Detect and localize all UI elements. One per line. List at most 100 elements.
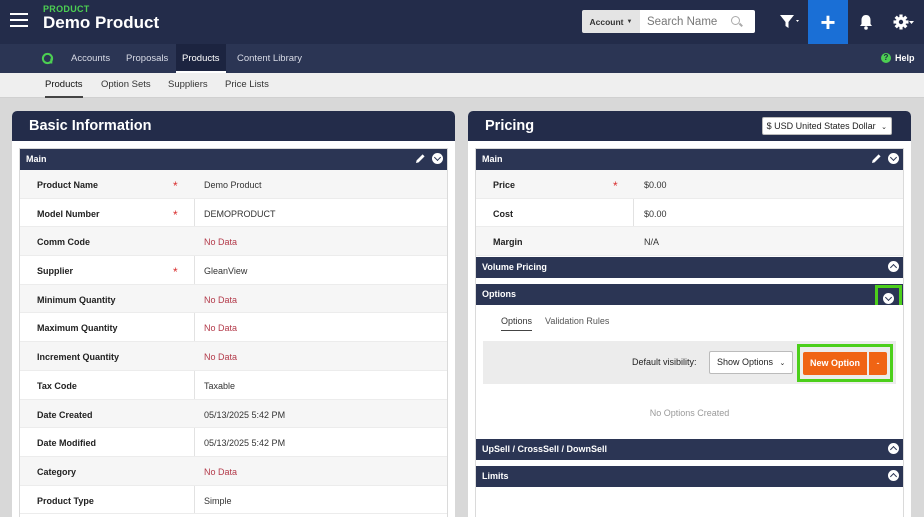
table-row: Product Name * Demo Product	[20, 170, 447, 199]
chevron-up-icon[interactable]	[888, 443, 899, 455]
field-value[interactable]: No Data	[204, 467, 237, 477]
field-value[interactable]: No Data	[204, 323, 237, 333]
field-value[interactable]: Simple	[204, 496, 232, 506]
field-value[interactable]: No Data	[204, 237, 237, 247]
field-label: Comm Code	[37, 237, 91, 248]
search-box	[640, 10, 755, 33]
table-row: Product Type Simple	[20, 486, 447, 515]
required-marker: *	[173, 179, 178, 193]
basic-rows: Product Name * Demo Product Model Number * D…	[20, 170, 447, 515]
section-title: Limits	[482, 471, 509, 482]
field-value[interactable]: GleanView	[204, 266, 247, 276]
field-label: Supplier	[37, 266, 74, 277]
field-value[interactable]: $0.00	[644, 180, 667, 190]
section-title: Main	[482, 154, 503, 164]
main-nav: Accounts Proposals Products Content Libr…	[0, 44, 924, 73]
subnav-item-price-lists[interactable]: Price Lists	[225, 73, 269, 98]
table-row: Comm Code No Data	[20, 227, 447, 257]
field-label: Increment Quantity	[37, 352, 120, 363]
field-value[interactable]: Demo Product	[204, 180, 262, 190]
basic-main-section-header[interactable]: Main	[20, 149, 447, 170]
field-label: Product Type	[37, 495, 94, 506]
hamburger-menu-icon[interactable]	[10, 13, 28, 29]
default-visibility-label: Default visibility:	[632, 357, 697, 368]
tab-validation-rules[interactable]: Validation Rules	[545, 316, 609, 330]
chevron-down-icon[interactable]	[888, 153, 899, 164]
caret-down-icon: ▼	[626, 18, 633, 25]
pricing-main-section-header[interactable]: Main	[476, 149, 903, 170]
required-marker: *	[613, 179, 618, 193]
tab-options[interactable]: Options	[501, 316, 533, 332]
basic-main-section: Main Product Name * Demo Product Model Num…	[19, 148, 448, 517]
pricing-panel: Pricing $ USD United States Dollar ⌄ Mai…	[468, 111, 911, 517]
basic-information-panel: Basic Information Main Product Name * Demo…	[12, 111, 455, 517]
app-logo-icon[interactable]	[41, 52, 54, 65]
nav-item-content-library[interactable]: Content Library	[237, 44, 302, 73]
section-title: Options	[482, 289, 516, 300]
pricing-rows: Price * $0.00 Cost $0.00 Margin N/A	[476, 170, 903, 257]
field-value[interactable]: DEMOPRODUCT	[204, 209, 276, 219]
settings-button[interactable]	[892, 11, 916, 33]
field-label: Date Created	[37, 409, 93, 420]
volume-pricing-section-header[interactable]: Volume Pricing	[476, 257, 903, 279]
search-input[interactable]	[640, 11, 730, 32]
field-label: Model Number	[37, 208, 100, 219]
table-row: Date Modified 05/13/2025 5:42 PM	[20, 428, 447, 457]
table-row: Supplier * GleanView	[20, 256, 447, 285]
default-visibility-select[interactable]: Show Options ⌄	[709, 351, 793, 375]
page-title: Demo Product	[43, 13, 160, 32]
table-row: Maximum Quantity No Data	[20, 313, 447, 343]
empty-options-message: No Options Created	[649, 408, 730, 419]
filter-button[interactable]	[778, 12, 802, 32]
help-label: Help	[895, 53, 915, 63]
subnav-item-suppliers[interactable]: Suppliers	[168, 73, 208, 98]
basic-information-title: Basic Information	[12, 111, 455, 141]
section-title: Main	[26, 154, 47, 164]
field-label: Maximum Quantity	[37, 323, 118, 334]
nav-item-products[interactable]: Products	[176, 44, 226, 73]
table-row: Minimum Quantity No Data	[20, 284, 447, 314]
search-scope-label: Account	[589, 16, 624, 27]
new-option-button[interactable]: New Option	[803, 352, 867, 376]
search-scope-dropdown[interactable]: Account ▼	[582, 10, 640, 33]
default-visibility-value: Show Options	[717, 357, 774, 368]
chevron-down-icon[interactable]	[432, 153, 443, 164]
chevron-down-icon: ⌄	[881, 124, 887, 131]
help-link[interactable]: ? Help	[881, 53, 915, 63]
chevron-up-icon[interactable]	[888, 470, 899, 482]
field-value[interactable]: No Data	[204, 352, 237, 362]
field-label: Category	[37, 466, 77, 477]
chevron-down-icon	[883, 293, 894, 305]
subnav-item-products[interactable]: Products	[45, 73, 83, 98]
new-option-highlight: New Option -	[797, 344, 893, 383]
table-row: Category No Data	[20, 456, 447, 486]
search-icon[interactable]	[730, 15, 744, 29]
upsell-section-header[interactable]: UpSell / CrossSell / DownSell	[476, 439, 903, 461]
top-bar: PRODUCT Demo Product Account ▼ +	[0, 0, 924, 44]
field-label: Cost	[493, 208, 513, 219]
options-tabs: Options Validation Rules	[476, 305, 903, 340]
subnav-item-option-sets[interactable]: Option Sets	[101, 73, 151, 98]
new-option-menu-button[interactable]: -	[869, 352, 887, 376]
field-value[interactable]: $0.00	[644, 209, 667, 219]
field-value[interactable]: No Data	[204, 295, 237, 305]
limits-section-header[interactable]: Limits	[476, 466, 903, 488]
field-value: N/A	[644, 237, 660, 248]
add-new-button[interactable]: +	[808, 0, 848, 44]
field-value[interactable]: Taxable	[204, 381, 235, 391]
notifications-button[interactable]	[856, 12, 876, 32]
pencil-icon[interactable]	[871, 153, 882, 164]
options-section-header[interactable]: Options	[476, 284, 903, 313]
table-row: Model Number * DEMOPRODUCT	[20, 199, 447, 228]
currency-select[interactable]: $ USD United States Dollar ⌄	[761, 117, 892, 135]
search-group: Account ▼	[582, 10, 755, 33]
currency-value: $ USD United States Dollar	[766, 121, 876, 131]
section-title: Volume Pricing	[482, 262, 547, 273]
required-marker: *	[173, 265, 178, 280]
pencil-icon[interactable]	[415, 153, 426, 164]
chevron-up-icon[interactable]	[888, 261, 899, 273]
nav-item-proposals[interactable]: Proposals	[126, 44, 168, 73]
filter-icon	[780, 15, 799, 28]
nav-item-accounts[interactable]: Accounts	[71, 44, 110, 73]
required-marker: *	[173, 207, 178, 222]
